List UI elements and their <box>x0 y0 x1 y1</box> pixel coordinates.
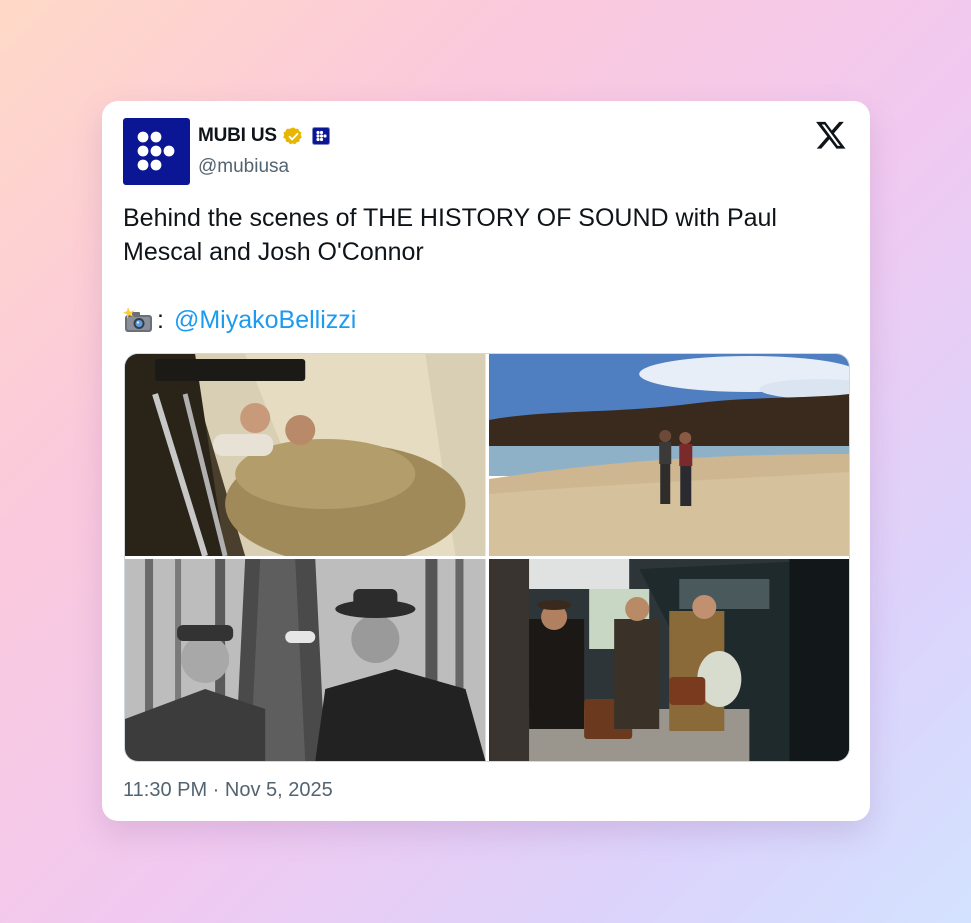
tweet-text-line-2: Mescal and Josh O'Connor <box>123 238 424 266</box>
media-grid <box>124 353 850 762</box>
photo-forest[interactable] <box>125 559 486 761</box>
display-name[interactable]: MUBI US <box>198 125 277 147</box>
camera-flash-icon <box>123 307 152 332</box>
x-logo-icon[interactable] <box>815 119 847 151</box>
credit-mention-link[interactable]: @MiyakoBellizzi <box>174 303 356 337</box>
account-name-row: MUBI US <box>198 125 330 147</box>
mubi-affiliate-badge-icon[interactable] <box>311 127 330 145</box>
avatar[interactable] <box>123 118 190 185</box>
photo-train-platform[interactable] <box>488 559 849 761</box>
mubi-logo-icon <box>137 131 175 171</box>
account-handle[interactable]: @mubiusa <box>198 156 289 178</box>
tweet-card: MUBI US @mubiusa Behind the scenes of TH… <box>102 101 870 821</box>
tweet-timestamp[interactable]: 11:30 PM · Nov 5, 2025 <box>123 779 333 802</box>
tweet-text-line-1: Behind the scenes of THE HISTORY OF SOUN… <box>123 204 777 232</box>
gold-verified-badge-icon[interactable] <box>283 126 304 147</box>
photo-credit: : @MiyakoBellizzi <box>123 303 843 337</box>
photo-beach[interactable] <box>488 354 849 556</box>
credit-separator: : <box>157 306 164 334</box>
tweet-text: Behind the scenes of THE HISTORY OF SOUN… <box>123 201 843 337</box>
photo-tent[interactable] <box>125 354 486 556</box>
